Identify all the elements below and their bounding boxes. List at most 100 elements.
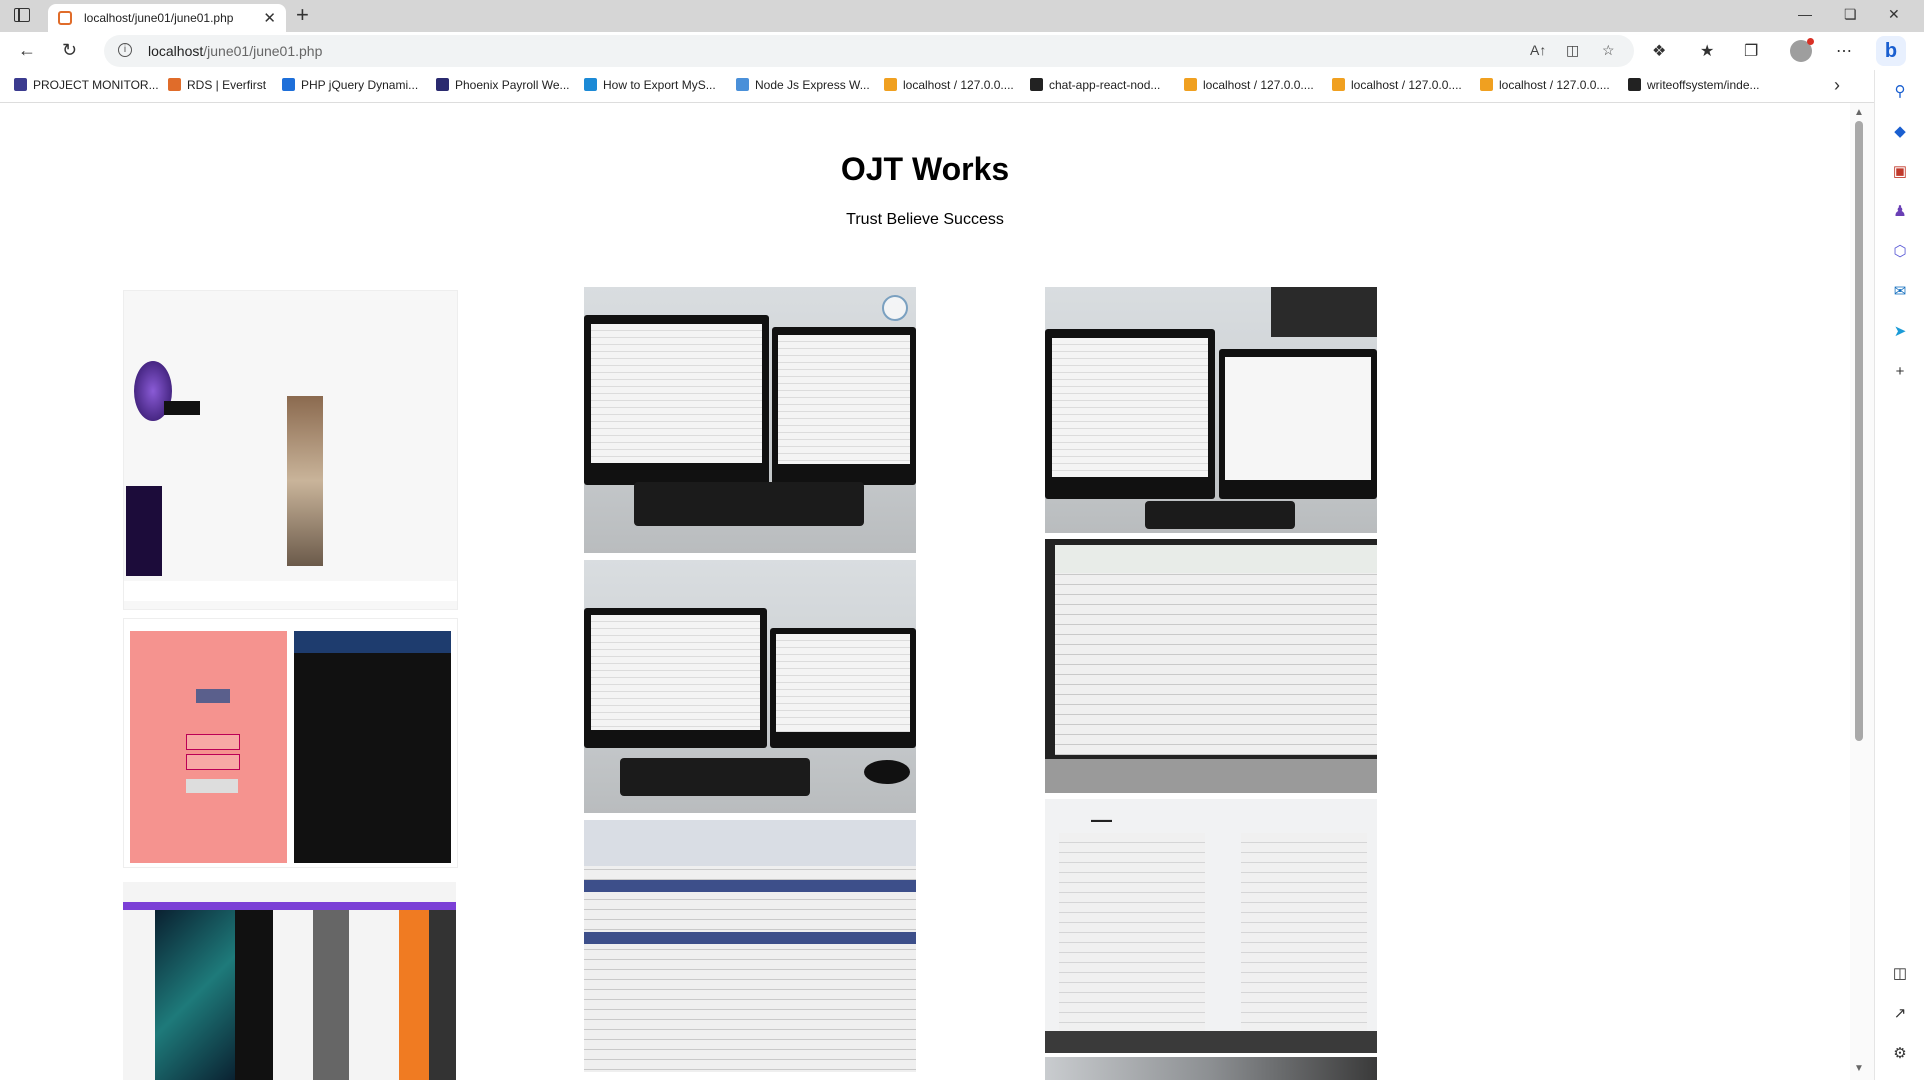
monitor-photo bbox=[1045, 329, 1215, 499]
spreadsheet-ribbon bbox=[1055, 545, 1377, 573]
office-icon[interactable]: ⬡ bbox=[1890, 242, 1910, 262]
document-page bbox=[1241, 833, 1367, 1033]
games-icon[interactable]: ♟ bbox=[1890, 202, 1910, 222]
settings-gear-icon[interactable]: ⚙ bbox=[1890, 1044, 1910, 1064]
bookmark-item[interactable]: How to Export MyS... bbox=[584, 78, 716, 92]
page-subtitle: Trust Believe Success bbox=[846, 211, 1004, 228]
tab-strip: localhost/june01/june01.php ✕ + — ❏ ✕ bbox=[0, 0, 1924, 32]
gallery-image[interactable] bbox=[584, 560, 916, 813]
app-screenshot-thumbnail bbox=[287, 396, 323, 566]
drop-icon[interactable]: ➤ bbox=[1890, 322, 1910, 342]
extensions-icon[interactable]: ❖ bbox=[1652, 41, 1666, 61]
bookmark-item[interactable]: Node Js Express W... bbox=[736, 78, 870, 92]
monitor-photo bbox=[1219, 349, 1377, 499]
bookmark-favicon-icon bbox=[282, 78, 295, 91]
copilot-icon[interactable]: b bbox=[1876, 36, 1906, 66]
mobile-screens-thumbnail bbox=[155, 910, 235, 1080]
read-aloud-icon[interactable]: A↑ bbox=[1530, 42, 1546, 58]
login-screenshot-thumbnail bbox=[186, 734, 240, 750]
bookmark-favicon-icon bbox=[1030, 78, 1043, 91]
bookmark-favicon-icon bbox=[168, 78, 181, 91]
gallery-image[interactable] bbox=[584, 820, 916, 1072]
scroll-up-icon[interactable]: ▲ bbox=[1854, 107, 1864, 118]
tab-actions-icon[interactable] bbox=[14, 8, 30, 22]
bookmark-item[interactable]: PHP jQuery Dynami... bbox=[282, 78, 418, 92]
app-screenshot-thumbnail bbox=[126, 486, 162, 576]
tools-briefcase-icon[interactable]: ▣ bbox=[1890, 162, 1910, 182]
page-scrollbar[interactable]: ▲ ▼ bbox=[1850, 103, 1874, 1080]
gallery-image[interactable]: ▬▬▬ bbox=[1045, 799, 1377, 1053]
app-screenshot-thumbnail bbox=[124, 581, 457, 601]
gallery-image[interactable] bbox=[1045, 539, 1377, 793]
bookmark-favicon-icon bbox=[884, 78, 897, 91]
bookmark-item[interactable]: localhost / 127.0.0.... bbox=[884, 78, 1014, 92]
spreadsheet-header bbox=[584, 880, 916, 892]
bookmark-favicon-icon bbox=[1628, 78, 1641, 91]
tab-close-icon[interactable]: ✕ bbox=[263, 9, 276, 27]
bookmark-item[interactable]: writeoffsystem/inde... bbox=[1628, 78, 1760, 92]
external-link-icon[interactable]: ↗ bbox=[1890, 1004, 1910, 1024]
login-screenshot-thumbnail bbox=[196, 689, 230, 703]
bookmark-favicon-icon bbox=[1332, 78, 1345, 91]
bookmark-item[interactable]: localhost / 127.0.0.... bbox=[1480, 78, 1610, 92]
url-text[interactable]: localhost/june01/june01.php bbox=[148, 43, 322, 59]
gallery-image[interactable] bbox=[123, 882, 456, 1080]
minimize-icon[interactable]: — bbox=[1798, 6, 1812, 22]
scroll-down-icon[interactable]: ▼ bbox=[1854, 1063, 1864, 1074]
back-icon[interactable]: ← bbox=[18, 40, 36, 61]
desk-photo bbox=[1045, 759, 1377, 793]
split-screen-icon[interactable]: ◫ bbox=[1566, 42, 1579, 59]
bookmark-item[interactable]: Phoenix Payroll We... bbox=[436, 78, 570, 92]
keyboard-photo bbox=[1145, 501, 1295, 529]
gallery-image[interactable] bbox=[1045, 287, 1377, 533]
gallery-image[interactable] bbox=[1045, 1057, 1377, 1080]
monitor-screen bbox=[1225, 356, 1371, 480]
favorites-icon[interactable]: ★ bbox=[1700, 41, 1714, 61]
monitor-screen bbox=[1051, 337, 1209, 477]
chevron-right-icon[interactable]: › bbox=[1834, 75, 1840, 96]
bookmark-item[interactable]: localhost / 127.0.0.... bbox=[1184, 78, 1314, 92]
restore-icon[interactable]: ❏ bbox=[1844, 6, 1857, 23]
hide-sidebar-icon[interactable]: ◫ bbox=[1890, 964, 1910, 984]
collections-icon[interactable]: ❐ bbox=[1744, 41, 1758, 61]
app-screenshot-thumbnail bbox=[164, 401, 200, 415]
monitor-screen bbox=[591, 615, 760, 730]
active-tab[interactable]: localhost/june01/june01.php ✕ bbox=[48, 4, 286, 32]
bookmark-item[interactable]: PROJECT MONITOR... bbox=[14, 78, 159, 92]
add-favorite-icon[interactable]: ☆ bbox=[1602, 42, 1615, 59]
visual-search-icon[interactable] bbox=[882, 295, 908, 321]
mobile-screens-thumbnail bbox=[399, 910, 429, 1080]
profile-avatar[interactable] bbox=[1790, 38, 1814, 62]
monitor-photo bbox=[770, 628, 916, 748]
gallery-image[interactable] bbox=[584, 287, 916, 553]
refresh-icon[interactable]: ↻ bbox=[62, 40, 77, 61]
login-screenshot-thumbnail bbox=[186, 754, 240, 770]
bookmark-favicon-icon bbox=[14, 78, 27, 91]
new-tab-button[interactable]: + bbox=[296, 2, 309, 28]
add-icon[interactable]: + bbox=[1890, 362, 1910, 382]
monitor-screen bbox=[591, 323, 762, 463]
page-viewport: OJT Works Trust Believe Success ▬▬▬ bbox=[0, 103, 1850, 1080]
more-menu-icon[interactable]: ⋯ bbox=[1836, 41, 1852, 61]
mobile-screens-thumbnail bbox=[429, 910, 456, 1080]
close-window-icon[interactable]: ✕ bbox=[1888, 6, 1900, 23]
bookmark-item[interactable]: localhost / 127.0.0.... bbox=[1332, 78, 1462, 92]
chat-screenshot-thumbnail bbox=[294, 631, 451, 863]
gallery-image[interactable] bbox=[123, 290, 458, 610]
bookmark-favicon-icon bbox=[436, 78, 449, 91]
monitor-photo bbox=[584, 608, 767, 748]
shopping-tag-icon[interactable]: ◆ bbox=[1890, 122, 1910, 142]
bookmark-item[interactable]: RDS | Everfirst bbox=[168, 78, 266, 92]
address-bar[interactable]: i localhost/june01/june01.php A↑ ◫ ☆ bbox=[104, 35, 1634, 67]
outlook-icon[interactable]: ✉ bbox=[1890, 282, 1910, 302]
spreadsheet-ribbon bbox=[584, 820, 916, 866]
scroll-thumb[interactable] bbox=[1855, 121, 1863, 741]
gallery-image[interactable] bbox=[123, 618, 458, 868]
url-host: localhost bbox=[148, 43, 204, 59]
mobile-screens-thumbnail bbox=[123, 902, 456, 910]
search-icon[interactable]: ⚲ bbox=[1890, 82, 1910, 102]
bookmarks-bar: PROJECT MONITOR... RDS | Everfirst PHP j… bbox=[0, 70, 1924, 103]
bookmark-item[interactable]: chat-app-react-nod... bbox=[1030, 78, 1160, 92]
site-info-icon[interactable]: i bbox=[118, 43, 132, 57]
keyboard-photo bbox=[620, 758, 810, 796]
